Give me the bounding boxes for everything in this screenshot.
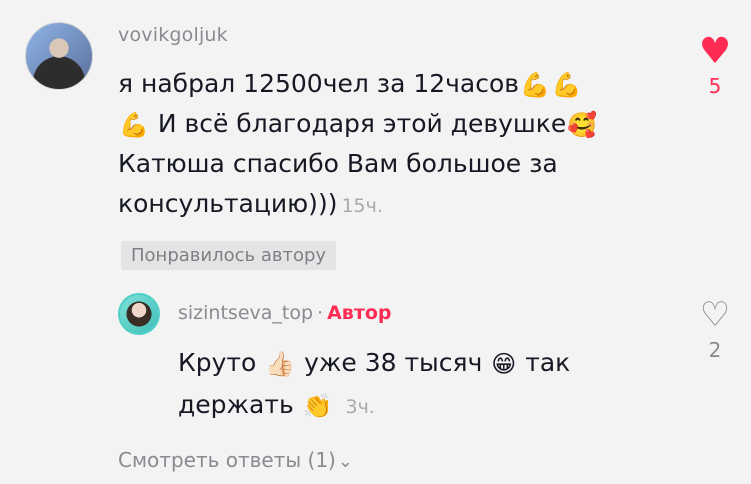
heart-filled-icon[interactable]: ♥ <box>697 34 733 70</box>
liked-by-author-badge: Понравилось автору <box>121 241 337 270</box>
reply-time: 3ч. <box>345 396 375 418</box>
muscle-emoji: 💪 <box>119 111 149 139</box>
reply-like-count: 2 <box>708 338 722 362</box>
author-tag: Автор <box>327 302 392 324</box>
comment-like-count: 5 <box>708 74 722 98</box>
separator: · <box>317 302 324 324</box>
reply-text: Круто 👍🏻 уже 38 тысяч 😁 так держать 👏 3ч… <box>178 342 648 428</box>
thumbs-up-emoji: 👍🏻 <box>265 350 296 378</box>
reply-header: sizintseva_top · Автор <box>178 302 392 324</box>
comment-time: 15ч. <box>341 195 383 217</box>
avatar[interactable] <box>25 22 93 90</box>
comment-line4: консультацию))) <box>118 189 338 218</box>
reply-text1: Круто <box>178 348 257 377</box>
grin-emoji: 😁 <box>491 350 517 378</box>
clap-emoji: 👏 <box>302 392 333 420</box>
reply-text2: уже 38 тысяч <box>304 348 483 377</box>
muscle-emoji: 💪 <box>520 71 550 99</box>
view-replies-label[interactable]: Смотреть ответы (1) <box>118 448 336 472</box>
reply-text4: держать <box>178 390 294 419</box>
comment-line3: Катюша спасибо Вам большое за <box>118 149 558 178</box>
muscle-emoji: 💪 <box>551 71 582 99</box>
smiling-hearts-emoji: 🥰 <box>567 111 598 139</box>
chevron-down-icon[interactable]: ⌄ <box>338 451 353 472</box>
heart-outline-icon[interactable]: ♡ <box>697 298 733 332</box>
comment-username[interactable]: vovikgoljuk <box>118 24 228 46</box>
reply-like-button[interactable]: ♡ 2 <box>697 298 733 362</box>
view-replies-button[interactable]: Смотреть ответы (1) ⌄ <box>118 448 353 472</box>
comment-line1: я набрал 12500чел за 12часов <box>118 69 520 98</box>
comment-line2: И всё благодаря этой девушке <box>157 109 567 138</box>
comment-text: я набрал 12500чел за 12часов💪💪 💪 И всё б… <box>118 64 658 226</box>
reply-username[interactable]: sizintseva_top <box>178 302 313 324</box>
comment-like-button[interactable]: ♥ 5 <box>697 34 733 99</box>
reply-text3: так <box>525 348 571 377</box>
reply-avatar[interactable] <box>118 293 160 335</box>
